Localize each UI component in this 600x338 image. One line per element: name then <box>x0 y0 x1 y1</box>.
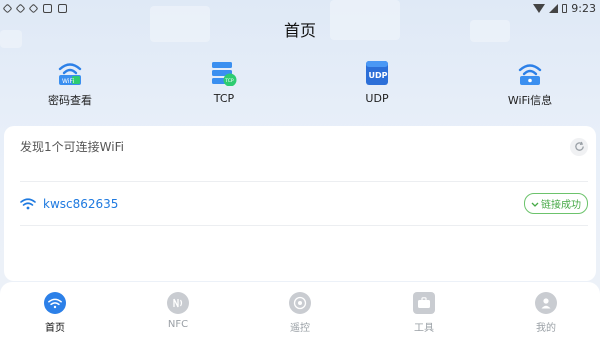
mail-icon <box>43 3 52 13</box>
tab-remote[interactable]: 遥控 <box>260 292 340 334</box>
quick-action-label: 密码查看 <box>48 94 92 107</box>
connection-status-badge: 链接成功 <box>524 193 588 214</box>
wifi-network-info: kwsc862635 <box>20 197 118 211</box>
tab-label: 工具 <box>414 323 434 334</box>
check-icon <box>531 202 539 207</box>
found-networks-text: 发现1个可连接WiFi <box>20 140 124 154</box>
wifi-key-icon: WiFi <box>58 63 82 85</box>
clock: 9:23 <box>571 1 596 15</box>
svg-text:WiFi: WiFi <box>62 78 74 85</box>
refresh-button[interactable] <box>570 137 588 156</box>
user-icon <box>535 292 557 314</box>
cell-signal-icon <box>549 3 559 13</box>
battery-icon <box>562 3 568 13</box>
quick-action-label: TCP <box>213 92 235 105</box>
system-tray: 9:23 <box>533 2 596 15</box>
tab-label: NFC <box>167 319 189 330</box>
quick-action-wifi-info[interactable]: WiFi信息 <box>485 60 575 108</box>
notification-icon <box>28 3 39 13</box>
udp-icon: UDP <box>366 61 388 85</box>
refresh-icon <box>574 141 584 151</box>
wifi-ssid: kwsc862635 <box>43 196 119 211</box>
tab-label: 首页 <box>45 323 65 334</box>
wifi-network-row[interactable]: kwsc862635 链接成功 <box>20 182 588 226</box>
wifi-info-icon <box>518 64 542 85</box>
status-bar: 9:23 <box>0 0 600 16</box>
quick-action-password[interactable]: WiFi 密码查看 <box>25 60 115 108</box>
tab-tools[interactable]: 工具 <box>384 292 464 334</box>
notification-icon <box>2 3 13 13</box>
remote-icon <box>289 292 311 314</box>
quick-action-label: WiFi信息 <box>507 94 553 107</box>
notification-icon <box>15 3 26 13</box>
quick-action-tcp[interactable]: TCP TCP <box>179 60 269 105</box>
bottom-tab-bar: 首页 NFC 遥控 工具 我的 <box>0 282 600 338</box>
page-title: 首页 <box>283 21 316 40</box>
nfc-icon <box>167 292 189 314</box>
wifi-card-header: 发现1个可连接WiFi <box>20 137 588 182</box>
svg-text:TCP: TCP <box>224 78 234 84</box>
wifi-icon <box>20 197 36 209</box>
quick-actions: WiFi 密码查看 TCP TCP UDP UDP WiFi信息 <box>0 60 600 112</box>
tab-nfc[interactable]: NFC <box>138 292 218 330</box>
home-wifi-icon <box>44 292 66 314</box>
font-icon <box>58 3 67 13</box>
quick-action-udp[interactable]: UDP UDP <box>332 60 422 105</box>
tab-profile[interactable]: 我的 <box>506 292 586 334</box>
tab-home[interactable]: 首页 <box>15 292 95 334</box>
quick-action-label: UDP <box>365 92 389 105</box>
svg-text:UDP: UDP <box>369 71 388 80</box>
wifi-signal-icon <box>533 3 546 13</box>
tcp-server-icon: TCP <box>212 62 237 86</box>
wifi-list-card: 发现1个可连接WiFi kwsc862635 链接成功 <box>4 126 596 281</box>
notification-icons <box>2 3 67 13</box>
toolbox-icon <box>413 292 435 314</box>
connection-status-text: 链接成功 <box>541 200 581 211</box>
tab-label: 遥控 <box>290 323 310 334</box>
tab-label: 我的 <box>536 323 556 334</box>
